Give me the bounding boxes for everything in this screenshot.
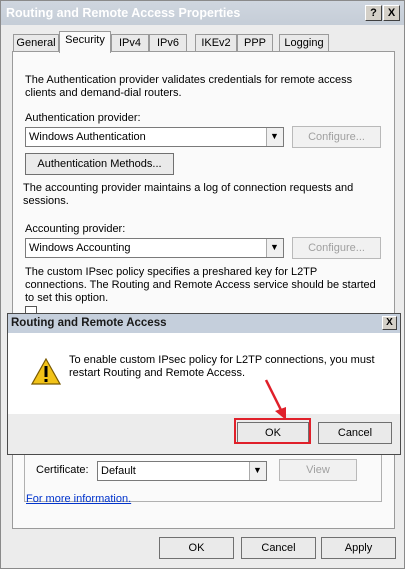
tab-logging[interactable]: Logging [279, 34, 329, 52]
pointer-arrow-icon [264, 379, 286, 420]
cancel-button[interactable]: Cancel [241, 537, 316, 559]
auth-provider-label: Authentication provider: [25, 112, 141, 124]
tab-general[interactable]: General [13, 34, 59, 52]
view-button[interactable]: View [279, 459, 357, 481]
tab-ppp[interactable]: PPP [237, 34, 273, 52]
certificate-value: Default [101, 465, 136, 477]
auth-provider-dropdown[interactable]: Windows Authentication ▼ [25, 127, 284, 147]
tab-ipv4[interactable]: IPv4 [111, 34, 149, 52]
ipsec-description: The custom IPsec policy specifies a pres… [25, 266, 376, 304]
auth-configure-button[interactable]: Configure... [292, 126, 381, 148]
dialog-title-bar[interactable]: Routing and Remote Access X [8, 314, 400, 333]
authentication-methods-button[interactable]: Authentication Methods... [25, 153, 174, 175]
tab-ipv6[interactable]: IPv6 [149, 34, 187, 52]
dialog-message: To enable custom IPsec policy for L2TP c… [69, 354, 375, 379]
dropdown-arrow-icon[interactable]: ▼ [266, 239, 283, 257]
apply-button[interactable]: Apply [321, 537, 396, 559]
auth-provider-value: Windows Authentication [29, 131, 146, 143]
certificate-dropdown[interactable]: Default ▼ [97, 461, 267, 481]
auth-description: The Authentication provider validates cr… [25, 74, 353, 99]
accounting-configure-button[interactable]: Configure... [292, 237, 381, 259]
close-button[interactable]: X [383, 5, 400, 21]
dropdown-arrow-icon[interactable]: ▼ [266, 128, 283, 146]
more-information-link[interactable]: For more information. [26, 493, 131, 506]
ok-button[interactable]: OK [159, 537, 234, 559]
dialog-message-area: To enable custom IPsec policy for L2TP c… [8, 333, 400, 414]
accounting-provider-value: Windows Accounting [29, 242, 131, 254]
accounting-provider-label: Accounting provider: [25, 223, 126, 235]
dialog-close-button[interactable]: X [382, 316, 397, 330]
title-bar[interactable]: Routing and Remote Access Properties ? X [1, 1, 404, 25]
warning-icon [31, 358, 61, 385]
certificate-label: Certificate: [36, 464, 89, 476]
tab-security[interactable]: Security [59, 31, 111, 53]
properties-window: Routing and Remote Access Properties ? X… [0, 0, 405, 569]
dialog-title: Routing and Remote Access [11, 317, 167, 329]
restart-message-dialog: Routing and Remote Access X To enable cu… [7, 313, 401, 455]
help-button[interactable]: ? [365, 5, 382, 21]
dialog-cancel-button[interactable]: Cancel [318, 422, 392, 444]
window-title: Routing and Remote Access Properties [6, 6, 241, 20]
tab-ikev2[interactable]: IKEv2 [195, 34, 237, 52]
accounting-description: The accounting provider maintains a log … [23, 182, 354, 207]
dropdown-arrow-icon[interactable]: ▼ [249, 462, 266, 480]
accounting-provider-dropdown[interactable]: Windows Accounting ▼ [25, 238, 284, 258]
